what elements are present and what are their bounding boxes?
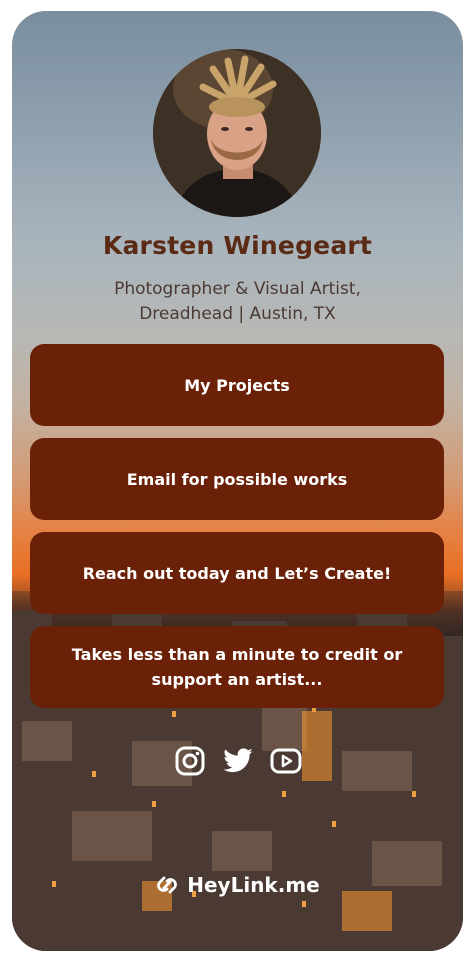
link-button-reach-out[interactable]: Reach out today and Let’s Create! <box>30 532 444 614</box>
link-button-email[interactable]: Email for possible works <box>30 438 444 520</box>
instagram-icon[interactable] <box>173 744 207 778</box>
profile-bio: Photographer & Visual Artist, Dreadhead … <box>12 277 463 327</box>
youtube-icon[interactable] <box>269 744 303 778</box>
social-icons <box>12 744 463 778</box>
profile-name: Karsten Winegeart <box>102 231 373 260</box>
brand-name: HeyLink.me <box>187 873 320 897</box>
link-button-support-artist[interactable]: Takes less than a minute to credit or su… <box>30 626 444 708</box>
twitter-icon[interactable] <box>221 744 255 778</box>
bio-line-2: Dreadhead | Austin, TX <box>139 304 336 324</box>
bio-line-1: Photographer & Visual Artist, <box>114 279 361 299</box>
heylink-logo-icon <box>157 876 178 894</box>
avatar <box>153 49 321 217</box>
heylink-brand-link[interactable]: HeyLink.me <box>12 873 463 897</box>
profile-photo <box>153 49 321 217</box>
profile-card: Karsten Winegeart Photographer & Visual … <box>12 11 463 951</box>
link-button-my-projects[interactable]: My Projects <box>30 344 444 426</box>
